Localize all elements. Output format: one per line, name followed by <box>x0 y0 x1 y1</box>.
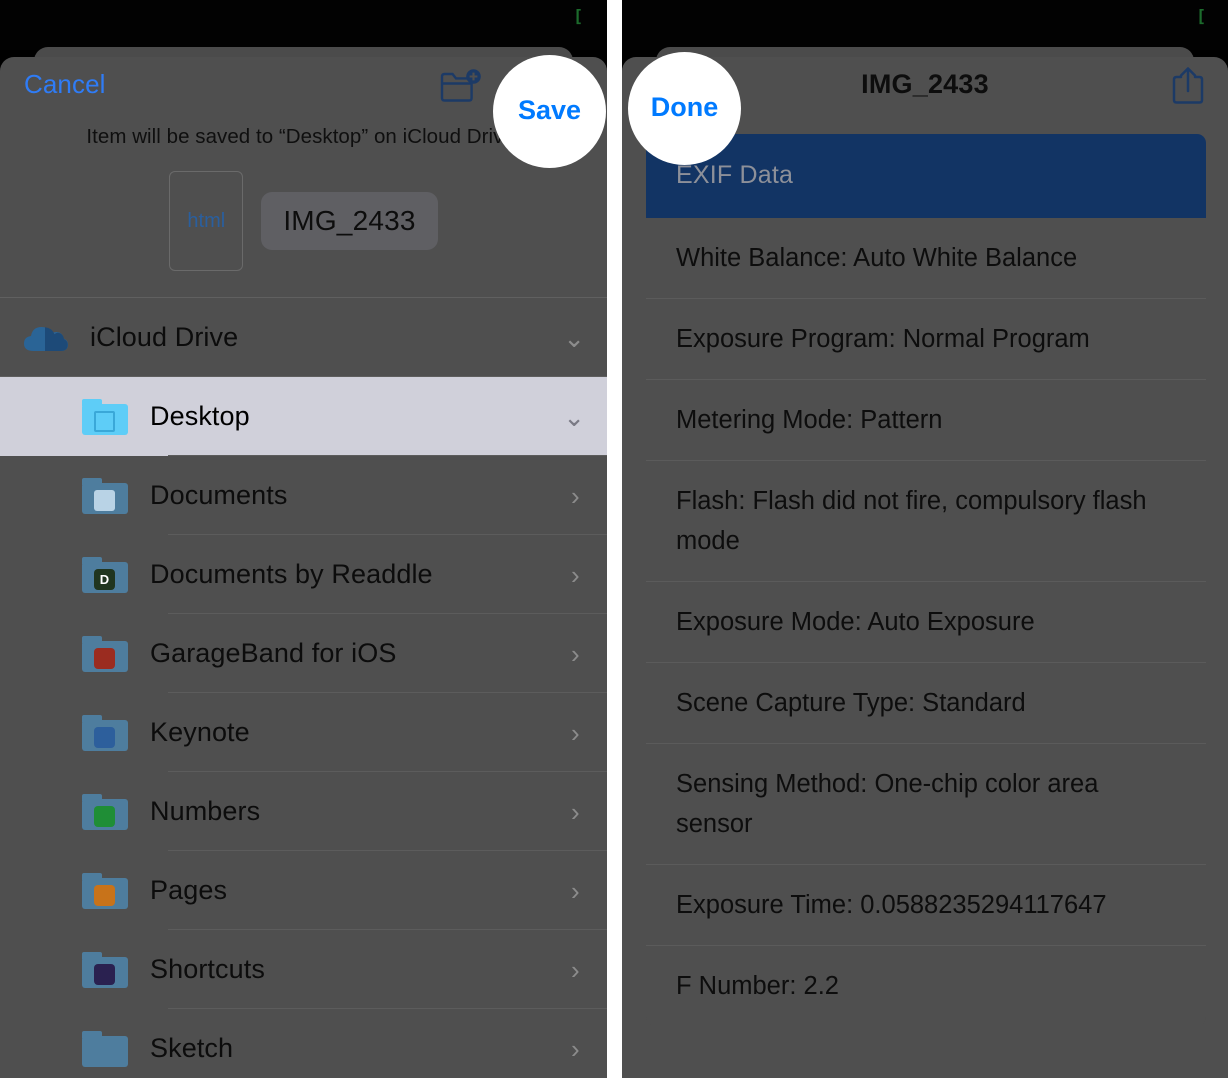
filename-input[interactable]: IMG_2433 <box>261 192 438 250</box>
exif-row: Metering Mode: Pattern <box>646 380 1206 461</box>
chevron-right-icon[interactable]: › <box>571 1036 585 1062</box>
chevron-right-icon[interactable]: › <box>571 957 585 983</box>
chevron-right-icon[interactable]: › <box>571 483 585 509</box>
exif-row: Exposure Time: 0.0588235294117647 <box>646 865 1206 946</box>
left-screenshot-panel: [ Cancel Save Item will be sav <box>0 0 607 1078</box>
green-indicator-icon: [ <box>1196 7 1207 27</box>
location-row-label: Documents by Readdle <box>150 559 433 589</box>
folder-glyph <box>82 714 128 751</box>
folder-badge-icon <box>94 963 115 985</box>
file-extension-badge: html <box>169 171 244 271</box>
location-row-label: GarageBand for iOS <box>150 638 397 668</box>
exif-row: Exposure Program: Normal Program <box>646 299 1206 380</box>
location-row-keynote[interactable]: Keynote › <box>0 693 607 772</box>
folder-badge-icon <box>94 410 115 432</box>
folder-badge-icon <box>94 489 115 511</box>
location-row-sketch[interactable]: Sketch › <box>0 1009 607 1078</box>
chevron-right-icon[interactable]: › <box>571 641 585 667</box>
folder-badge-icon <box>94 647 115 669</box>
folder-glyph <box>82 793 128 830</box>
folder-badge-icon <box>94 884 115 906</box>
folder-glyph <box>82 872 128 909</box>
dual-screenshot-container: [ Cancel Save Item will be sav <box>0 0 1228 1078</box>
folder-glyph <box>82 951 128 988</box>
exif-row: Exposure Mode: Auto Exposure <box>646 582 1206 663</box>
location-row-shortcuts[interactable]: Shortcuts › <box>0 930 607 1009</box>
chevron-right-icon[interactable]: › <box>571 799 585 825</box>
location-list: iCloud Drive ⌄ Desktop ⌄ Documents › D Document… <box>0 297 607 1078</box>
exif-row: Sensing Method: One-chip color area sens… <box>646 744 1206 865</box>
cancel-button[interactable]: Cancel <box>24 69 106 100</box>
panel-divider <box>607 0 622 1078</box>
new-folder-icon[interactable] <box>439 67 483 103</box>
exif-row: Flash: Flash did not fire, compulsory fl… <box>646 461 1206 582</box>
folder-icon: D <box>78 548 132 602</box>
location-row-documents-by-readdle[interactable]: D Documents by Readdle › <box>0 535 607 614</box>
exif-row-list: White Balance: Auto White Balance Exposur… <box>646 218 1206 1026</box>
folder-icon <box>78 1022 132 1076</box>
location-row-pages[interactable]: Pages › <box>0 851 607 930</box>
folder-badge-icon: D <box>94 568 115 590</box>
green-indicator-icon: [ <box>573 7 584 27</box>
exif-row: Scene Capture Type: Standard <box>646 663 1206 744</box>
exif-section-header: EXIF Data <box>646 134 1206 218</box>
folder-icon <box>78 785 132 839</box>
icloud-icon <box>18 311 72 365</box>
location-row-icloud-drive[interactable]: iCloud Drive ⌄ <box>0 298 607 377</box>
folder-glyph <box>82 1030 128 1067</box>
exif-row: White Balance: Auto White Balance <box>646 218 1206 299</box>
location-row-label: Documents <box>150 480 288 510</box>
folder-glyph <box>82 635 128 672</box>
done-button[interactable]: Done <box>651 92 719 123</box>
chevron-right-icon[interactable]: › <box>571 878 585 904</box>
location-row-label: iCloud Drive <box>90 322 239 352</box>
filename-editor: html IMG_2433 <box>0 149 607 297</box>
folder-badge-icon <box>94 805 115 827</box>
location-row-garageband-for-ios[interactable]: GarageBand for iOS › <box>0 614 607 693</box>
folder-icon <box>78 943 132 997</box>
save-button-spotlight[interactable]: Save <box>493 55 606 168</box>
chevron-right-icon[interactable]: › <box>571 720 585 746</box>
location-row-label: Sketch <box>150 1033 234 1063</box>
location-row-numbers[interactable]: Numbers › <box>0 772 607 851</box>
status-bar-right: [ <box>622 0 1228 50</box>
location-row-label: Numbers <box>150 796 261 826</box>
chevron-down-icon[interactable]: ⌄ <box>563 325 585 351</box>
folder-glyph <box>82 398 128 435</box>
location-row-label: Keynote <box>150 717 250 747</box>
save-sheet: Cancel Save Item will be saved to “Deskt… <box>0 57 607 1078</box>
folder-icon <box>78 864 132 918</box>
location-row-label: Desktop <box>150 401 250 431</box>
folder-glyph <box>82 477 128 514</box>
exif-sheet: Done IMG_2433 EXIF Data White Balance: A… <box>622 57 1228 1078</box>
save-button[interactable]: Save <box>518 95 581 126</box>
folder-icon <box>78 706 132 760</box>
right-screenshot-panel: [ Done IMG_2433 EXIF Data White Balance:… <box>622 0 1228 1078</box>
location-row-label: Shortcuts <box>150 954 265 984</box>
folder-glyph: D <box>82 556 128 593</box>
location-row-label: Pages <box>150 875 228 905</box>
location-row-desktop[interactable]: Desktop ⌄ <box>0 377 607 456</box>
exif-data-card: EXIF Data White Balance: Auto White Bala… <box>646 134 1206 1026</box>
folder-icon <box>78 627 132 681</box>
folder-icon <box>78 469 132 523</box>
location-row-documents[interactable]: Documents › <box>0 456 607 535</box>
folder-badge-icon <box>94 726 115 748</box>
status-bar-left: [ <box>0 0 607 50</box>
chevron-down-icon[interactable]: ⌄ <box>563 404 585 430</box>
folder-icon <box>78 390 132 444</box>
folder-body <box>82 1035 128 1067</box>
exif-row: F Number: 2.2 <box>646 946 1206 1026</box>
chevron-right-icon[interactable]: › <box>571 562 585 588</box>
done-button-spotlight[interactable]: Done <box>628 52 741 165</box>
share-icon[interactable] <box>1170 64 1206 106</box>
